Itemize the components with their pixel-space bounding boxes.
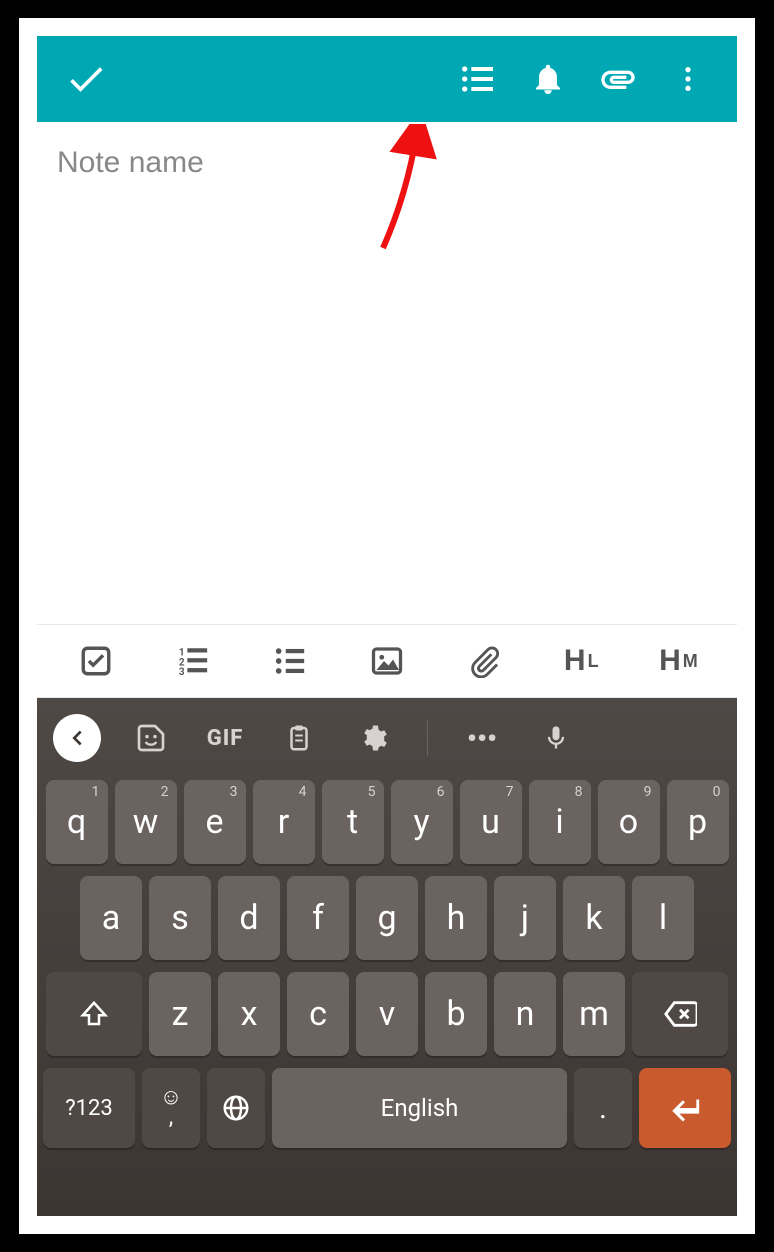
- backspace-key[interactable]: [632, 972, 728, 1056]
- key-b[interactable]: b: [425, 972, 487, 1056]
- keyboard-more-button[interactable]: •••: [458, 714, 506, 762]
- key-f[interactable]: f: [287, 876, 349, 960]
- mic-icon: [542, 724, 570, 752]
- enter-icon: [668, 1091, 702, 1125]
- keyboard-collapse-button[interactable]: [53, 714, 101, 762]
- sticker-icon: [135, 722, 167, 754]
- period-key[interactable]: .: [574, 1068, 632, 1148]
- heading-large-sub: L: [588, 651, 599, 672]
- note-editor: [37, 122, 737, 618]
- comma-label: ,: [169, 1107, 173, 1129]
- attach-button[interactable]: [583, 44, 653, 114]
- key-d[interactable]: d: [218, 876, 280, 960]
- app-bar: [37, 36, 737, 122]
- checkbox-button[interactable]: [66, 631, 126, 691]
- gear-icon: [358, 723, 388, 753]
- shift-icon: [79, 999, 109, 1029]
- heading-large-h: H: [564, 644, 586, 678]
- key-i[interactable]: i8: [529, 780, 591, 864]
- key-y[interactable]: y6: [391, 780, 453, 864]
- note-title-input[interactable]: [57, 146, 717, 180]
- key-c[interactable]: c: [287, 972, 349, 1056]
- gif-button[interactable]: GIF: [201, 714, 249, 762]
- image-button[interactable]: [357, 631, 417, 691]
- key-n[interactable]: n: [494, 972, 556, 1056]
- checkbox-icon: [79, 644, 113, 678]
- keyboard-settings-button[interactable]: [349, 714, 397, 762]
- overflow-button[interactable]: [653, 44, 723, 114]
- heading-medium-button[interactable]: H M: [648, 631, 708, 691]
- keyboard-row-1: q1w2e3r4t5y6u7i8o9p0: [43, 780, 731, 864]
- key-e[interactable]: e3: [184, 780, 246, 864]
- device-frame: 123 H L H M GIF: [37, 36, 737, 1216]
- key-o[interactable]: o9: [598, 780, 660, 864]
- key-z[interactable]: z: [149, 972, 211, 1056]
- key-x[interactable]: x: [218, 972, 280, 1056]
- key-g[interactable]: g: [356, 876, 418, 960]
- key-r[interactable]: r4: [253, 780, 315, 864]
- paperclip-icon: [467, 644, 501, 678]
- key-p[interactable]: p0: [667, 780, 729, 864]
- attachment-icon: [598, 59, 638, 99]
- backspace-icon: [663, 997, 697, 1031]
- keyboard-row-2: asdfghjkl: [43, 876, 731, 960]
- keyboard-divider: [427, 720, 428, 756]
- space-key[interactable]: English: [272, 1068, 567, 1148]
- keyboard-row-4: ?123 ☺ , English .: [43, 1068, 731, 1148]
- image-icon: [369, 643, 405, 679]
- done-button[interactable]: [51, 44, 121, 114]
- heading-large-button[interactable]: H L: [551, 631, 611, 691]
- attachment-button[interactable]: [454, 631, 514, 691]
- list-button[interactable]: [443, 44, 513, 114]
- clipboard-button[interactable]: [275, 714, 323, 762]
- key-a[interactable]: a: [80, 876, 142, 960]
- enter-key[interactable]: [639, 1068, 731, 1148]
- svg-text:3: 3: [179, 667, 185, 678]
- heading-medium-h: H: [659, 644, 681, 678]
- ordered-list-icon: 123: [176, 644, 210, 678]
- globe-icon: [221, 1093, 251, 1123]
- key-s[interactable]: s: [149, 876, 211, 960]
- symbols-key[interactable]: ?123: [43, 1068, 135, 1148]
- key-j[interactable]: j: [494, 876, 556, 960]
- bullet-list-button[interactable]: [260, 631, 320, 691]
- clipboard-icon: [284, 723, 314, 753]
- soft-keyboard: GIF ••• q1w2e3r4t5y6u7i8o9p0 asdfghjkl z…: [37, 698, 737, 1216]
- ordered-list-button[interactable]: 123: [163, 631, 223, 691]
- bullet-list-icon: [273, 644, 307, 678]
- voice-input-button[interactable]: [532, 714, 580, 762]
- note-body-input[interactable]: [57, 224, 717, 604]
- emoji-key[interactable]: ☺ ,: [142, 1068, 200, 1148]
- key-l[interactable]: l: [632, 876, 694, 960]
- key-q[interactable]: q1: [46, 780, 108, 864]
- key-k[interactable]: k: [563, 876, 625, 960]
- list-icon: [458, 59, 498, 99]
- shift-key[interactable]: [46, 972, 142, 1056]
- key-v[interactable]: v: [356, 972, 418, 1056]
- key-u[interactable]: u7: [460, 780, 522, 864]
- format-toolbar: 123 H L H M: [37, 624, 737, 698]
- key-m[interactable]: m: [563, 972, 625, 1056]
- keyboard-row-3: zxcvbnm: [43, 972, 731, 1056]
- key-t[interactable]: t5: [322, 780, 384, 864]
- chevron-left-icon: [66, 727, 88, 749]
- heading-medium-sub: M: [683, 651, 698, 672]
- key-h[interactable]: h: [425, 876, 487, 960]
- check-icon: [64, 57, 108, 101]
- key-w[interactable]: w2: [115, 780, 177, 864]
- more-vert-icon: [672, 63, 704, 95]
- language-key[interactable]: [207, 1068, 265, 1148]
- keyboard-top-row: GIF •••: [43, 706, 731, 770]
- sticker-button[interactable]: [127, 714, 175, 762]
- reminder-button[interactable]: [513, 44, 583, 114]
- bell-icon: [530, 61, 566, 97]
